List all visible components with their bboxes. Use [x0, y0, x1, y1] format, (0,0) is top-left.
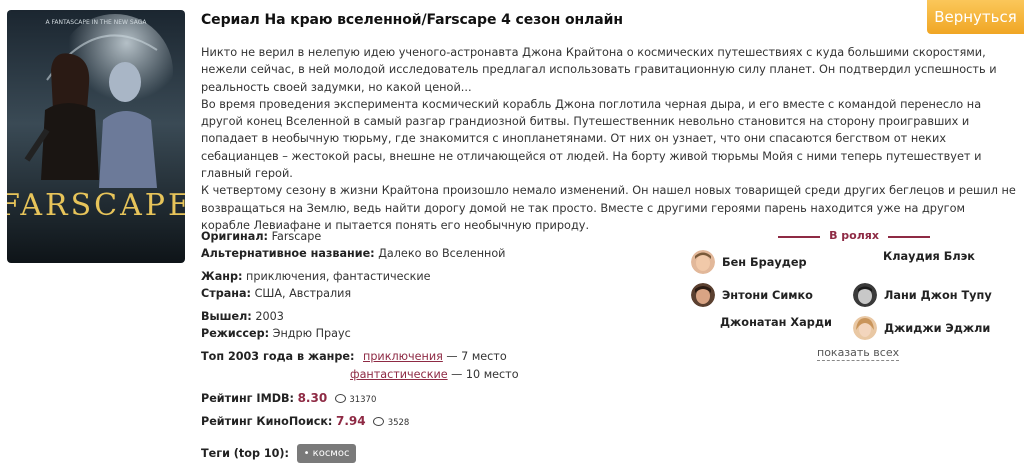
actor-link[interactable]: Энтони Симко	[691, 283, 813, 307]
actor-link[interactable]: Бен Браудер	[691, 250, 807, 274]
imdb-rating: 8.30	[297, 391, 328, 405]
kp-rating: 7.94	[335, 414, 366, 428]
country-row: Страна: США, Австралия	[201, 287, 352, 300]
back-button[interactable]: Вернуться	[927, 0, 1024, 34]
year-row: Вышел: 2003	[201, 310, 284, 323]
top-genre-link[interactable]: фантастические	[350, 368, 448, 381]
director-row: Режиссер: Эндрю Праус	[201, 327, 351, 340]
show-all-cast-link[interactable]: показать всех	[817, 346, 900, 361]
page-title: Сериал На краю вселенной/Farscape 4 сезо…	[201, 12, 623, 28]
avatar	[853, 316, 877, 340]
description: Никто не верил в нелепую идею ученого-ас…	[201, 44, 1017, 234]
tag-button[interactable]: • космос	[296, 444, 357, 463]
avatar	[691, 250, 715, 274]
imdb-rating-row: Рейтинг IMDB: 8.30 31370	[201, 391, 377, 405]
original-row: Оригинал: Farscape	[201, 230, 322, 243]
actor-link[interactable]: Лани Джон Тупу	[853, 283, 992, 307]
comments-icon	[334, 394, 346, 403]
poster-image[interactable]: A FANTASCAPE IN THE NEW SAGA FARSCAPE	[7, 10, 185, 263]
imdb-votes: 31370	[349, 395, 377, 405]
comments-icon	[373, 417, 385, 426]
top-genre-row: Топ 2003 года в жанре: приключения — 7 м…	[201, 350, 507, 363]
kp-rating-row: Рейтинг КиноПоиск: 7.94 3528	[201, 414, 410, 428]
avatar	[853, 283, 877, 307]
tags-row: Теги (top 10): • космос	[201, 444, 357, 463]
actor-link[interactable]: Джонатан Харди	[720, 316, 832, 329]
top-genre-row-2: фантастические — 10 место	[350, 368, 519, 381]
cast-heading: В ролях	[778, 229, 930, 242]
poster-logo: FARSCAPE	[7, 188, 185, 223]
description-paragraph: Никто не верил в нелепую идею ученого-ас…	[201, 46, 997, 94]
kp-votes: 3528	[387, 418, 410, 428]
actor-link[interactable]: Клаудия Блэк	[883, 250, 975, 263]
top-genre-link[interactable]: приключения	[363, 350, 443, 363]
avatar	[691, 283, 715, 307]
description-paragraph: Во время проведения эксперимента космиче…	[201, 97, 982, 181]
description-paragraph: К четвертому сезону в жизни Крайтона про…	[201, 184, 1016, 232]
poster-tagline: A FANTASCAPE IN THE NEW SAGA	[45, 19, 147, 26]
alt-title-row: Альтернативное название: Далеко во Вселе…	[201, 247, 506, 260]
genre-row: Жанр: приключения, фантастические	[201, 270, 431, 283]
actor-link[interactable]: Джиджи Эджли	[853, 316, 990, 340]
